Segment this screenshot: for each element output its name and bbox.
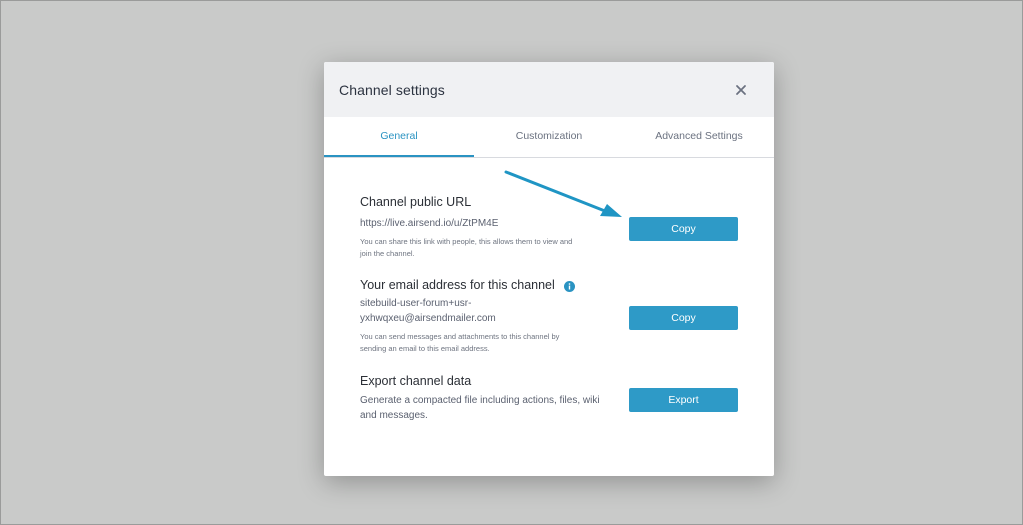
email-title: Your email address for this channel (360, 278, 555, 292)
annotation-arrow-icon (504, 170, 622, 217)
tab-general[interactable]: General (324, 117, 474, 157)
public-url-value: https://live.airsend.io/u/ZtPM4E (360, 218, 499, 229)
info-icon[interactable] (564, 279, 575, 292)
email-help-line1: You can send messages and attachments to… (360, 332, 560, 341)
close-icon[interactable] (732, 81, 750, 99)
settings-tabs: General Customization Advanced Settings (324, 117, 774, 158)
copy-email-button[interactable]: Copy (629, 306, 738, 330)
export-description-line1: Generate a compacted file including acti… (360, 395, 600, 406)
public-url-help-line1: You can share this link with people, thi… (360, 237, 573, 246)
public-url-help-line2: join the channel. (360, 249, 415, 258)
export-title: Export channel data (360, 374, 472, 388)
email-value-line1: sitebuild-user-forum+usr- (360, 298, 472, 309)
email-help-line2: sending an email to this email address. (360, 344, 490, 353)
dialog-title: Channel settings (339, 82, 445, 98)
dialog-header: Channel settings (324, 62, 774, 117)
export-button[interactable]: Export (629, 388, 738, 412)
export-description-line2: and messages. (360, 410, 428, 421)
channel-settings-dialog: Channel settings General Customization A… (324, 62, 774, 476)
public-url-title: Channel public URL (360, 195, 472, 209)
tab-advanced-settings[interactable]: Advanced Settings (624, 117, 774, 157)
active-tab-indicator (324, 155, 474, 157)
tab-customization[interactable]: Customization (474, 117, 624, 157)
copy-url-button[interactable]: Copy (629, 217, 738, 241)
email-value-line2: yxhwqxeu@airsendmailer.com (360, 313, 496, 324)
